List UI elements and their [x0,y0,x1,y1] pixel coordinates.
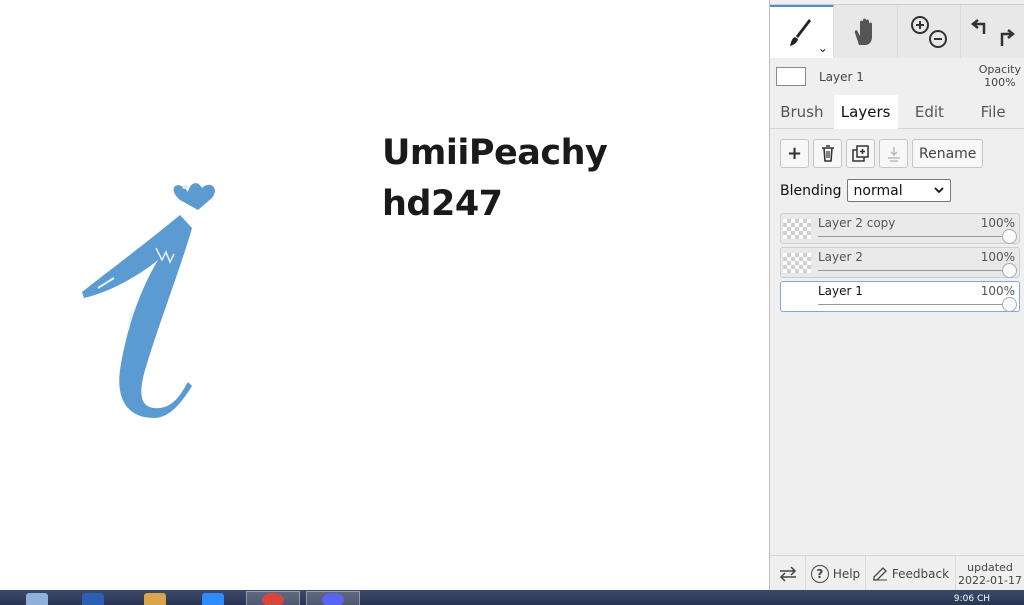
tab-brush[interactable]: Brush [770,95,834,129]
help-label: Help [832,566,861,581]
layer-actions: + Rename [780,139,984,169]
blue-letter-drawing [82,183,215,418]
current-layer-row: Layer 1 Opacity 100% [770,60,1024,94]
help-button[interactable]: ? Help [806,556,866,591]
taskbar-app-icon[interactable] [26,593,48,605]
layer-opacity: 100% [980,284,1015,298]
side-panel: ⌄ Layer 1 Opacity 100% Brush Layers Edit… [769,0,1024,591]
layer-opacity: 100% [980,216,1015,230]
layer-opacity-slider[interactable] [818,304,1011,305]
hand-tool-button[interactable] [833,5,898,58]
color-swatch[interactable] [776,67,806,86]
duplicate-icon [851,144,869,162]
layer-list: Layer 2 copy 100% Layer 2 100% Layer 1 1… [780,213,1020,315]
blending-row: Blending normal [780,179,951,202]
taskbar-clock: 9:06 CH [953,594,990,604]
zoom-tool-button[interactable] [897,5,962,58]
blending-select[interactable]: normal [846,179,951,202]
updated-date: 2022-01-17 [958,573,1022,587]
slider-knob[interactable] [1002,297,1017,312]
os-taskbar: 9:06 CH [0,590,1024,605]
layer-opacity-slider[interactable] [818,270,1011,271]
rename-layer-button[interactable]: Rename [912,139,984,168]
word-app-icon[interactable] [82,593,104,605]
tab-layers[interactable]: Layers [833,95,898,129]
tool-bar: ⌄ [770,4,1024,58]
feedback-label: Feedback [891,566,950,581]
feedback-pencil-icon [872,566,887,581]
swap-side-button[interactable] [770,556,806,591]
opacity-label: Opacity [978,63,1021,76]
layer-thumbnail [783,219,811,239]
undo-redo-tool-button[interactable] [961,5,1024,58]
swap-arrows-icon [779,565,796,582]
blending-value: normal [853,182,903,199]
drawing-canvas[interactable]: UmiiPeachy hd247 [0,0,769,590]
discord-app-icon [322,593,344,605]
tab-file[interactable]: File [961,95,1024,129]
app-window: UmiiPeachy hd247 ⌄ Layer 1 Opacity 100% … [0,0,1024,605]
merge-down-button[interactable] [879,139,908,168]
slider-knob[interactable] [1002,263,1017,278]
hand-icon [854,18,873,45]
add-layer-button[interactable]: + [780,139,809,168]
paint-app-icon[interactable] [144,593,166,605]
updated-info: updated 2022-01-17 [956,556,1024,591]
feedback-button[interactable]: Feedback [866,556,956,591]
layer-opacity: 100% [980,250,1015,264]
canvas-text-line1: UmiiPeachy [382,133,608,173]
chevron-down-icon [933,187,944,194]
layer-thumbnail [783,253,811,273]
layer-name: Layer 2 copy [818,216,896,230]
opacity-value: 100% [984,76,1016,89]
duplicate-layer-button[interactable] [846,139,875,168]
brush-icon [790,18,812,46]
panel-footer: ? Help Feedback updated 2022-01-17 [770,555,1024,591]
layer-name: Layer 2 [818,250,863,264]
slider-knob[interactable] [1002,229,1017,244]
tab-edit[interactable]: Edit [898,95,962,129]
undo-redo-icon [971,18,1016,46]
plus-icon: + [786,143,803,164]
chrome-app-icon [262,593,284,605]
updated-label: updated [967,560,1013,574]
layer-opacity-slider[interactable] [818,236,1011,237]
merge-down-icon [887,146,900,162]
layer-item[interactable]: Layer 2 100% [780,247,1020,278]
delete-layer-button[interactable] [813,139,842,168]
layer-thumbnail [783,287,811,307]
opacity-readout[interactable]: Opacity 100% [979,63,1021,89]
canvas-text-line2: hd247 [382,184,503,224]
chevron-down-icon[interactable]: ⌄ [818,41,828,55]
trash-icon [821,145,834,162]
layer-name: Layer 1 [818,284,863,298]
layer-item-selected[interactable]: Layer 1 100% [780,281,1020,312]
blending-label: Blending [780,182,842,199]
help-icon: ? [810,564,829,583]
current-layer-name: Layer 1 [819,70,864,84]
layer-item[interactable]: Layer 2 copy 100% [780,213,1020,244]
panel-tabs: Brush Layers Edit File [770,95,1024,129]
zoom-app-icon[interactable] [202,593,224,605]
brush-tool-button[interactable]: ⌄ [770,5,834,58]
zoom-icon [910,15,947,48]
